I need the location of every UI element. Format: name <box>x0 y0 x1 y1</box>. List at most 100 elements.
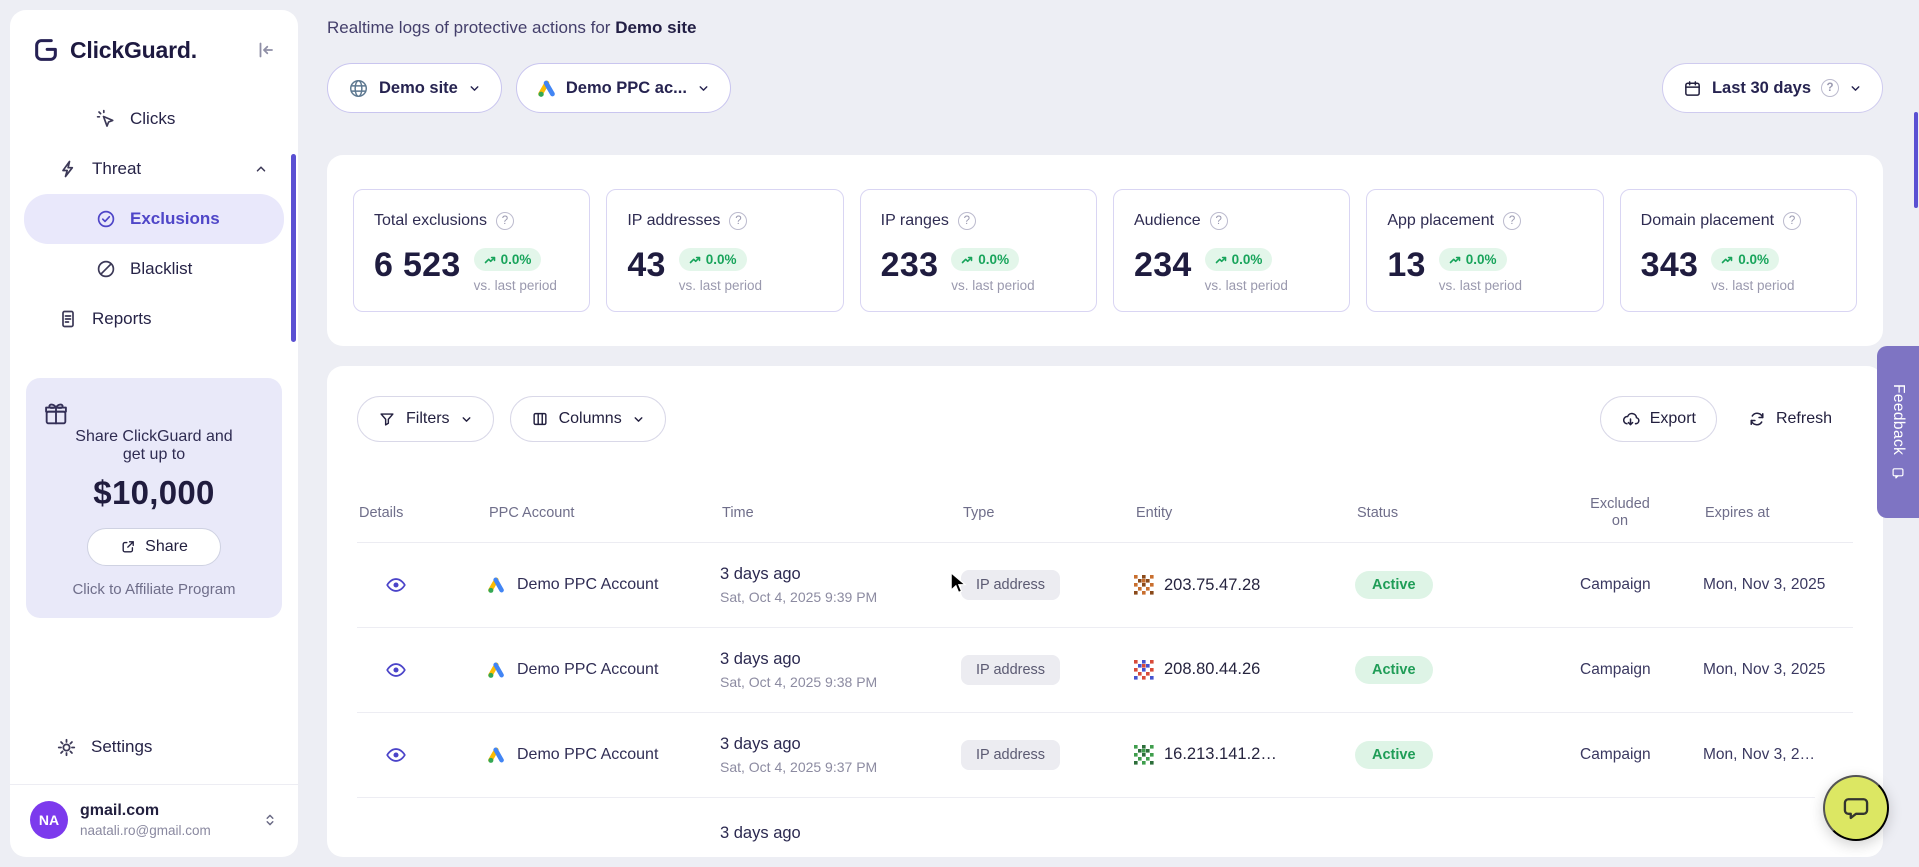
google-ads-icon <box>537 79 556 98</box>
stat-delta-value: 0.0% <box>978 252 1009 267</box>
sidebar-item-label: Exclusions <box>130 209 220 229</box>
status-badge: Active <box>1355 741 1433 769</box>
logo-row: ClickGuard. <box>10 36 298 64</box>
affiliate-promo-card: Share ClickGuard and get up to $10,000 S… <box>26 378 282 618</box>
selector-row: Demo site Demo PPC ac... Last 30 days <box>327 63 1883 113</box>
stat-delta-caption: vs. last period <box>679 278 762 293</box>
view-details-eye-icon[interactable] <box>385 659 487 681</box>
stat-label: Total exclusions <box>374 212 487 230</box>
help-icon[interactable] <box>1783 212 1801 230</box>
column-header-entity: Entity <box>1134 505 1355 521</box>
expires-at-value: Mon, Nov 3, 2… <box>1703 746 1853 764</box>
sidebar-item-settings[interactable]: Settings <box>10 722 298 772</box>
google-ads-icon <box>487 746 505 764</box>
account-name: gmail.com <box>80 802 211 820</box>
share-button[interactable]: Share <box>87 528 221 566</box>
time-absolute: Sat, Oct 4, 2025 9:39 PM <box>720 589 961 605</box>
entity-value: 16.213.141.2… <box>1164 745 1277 764</box>
select-chevrons-icon <box>262 812 278 828</box>
promo-amount: $10,000 <box>42 474 266 512</box>
stat-delta-caption: vs. last period <box>1439 278 1522 293</box>
help-icon[interactable] <box>1503 212 1521 230</box>
sidebar-collapse-icon[interactable] <box>256 40 276 60</box>
feedback-tab[interactable]: Feedback <box>1877 346 1919 518</box>
sidebar-item-clicks[interactable]: Clicks <box>10 94 298 144</box>
stat-tile: IP ranges 233 0.0% vs. last period <box>860 189 1097 312</box>
export-button[interactable]: Export <box>1600 396 1717 442</box>
clickguard-logo-icon <box>32 36 60 64</box>
blacklist-icon <box>96 259 116 279</box>
stat-delta-caption: vs. last period <box>474 278 557 293</box>
entity-identicon <box>1134 575 1154 595</box>
stat-delta-caption: vs. last period <box>1711 278 1794 293</box>
sidebar-item-reports[interactable]: Reports <box>10 294 298 344</box>
help-icon[interactable] <box>1821 79 1839 97</box>
stat-value: 234 <box>1134 248 1192 282</box>
page-scrollbar-thumb[interactable] <box>1914 112 1918 208</box>
refresh-button[interactable]: Refresh <box>1727 396 1853 442</box>
column-header-expires-at: Expires at <box>1703 505 1853 521</box>
columns-button[interactable]: Columns <box>510 396 666 442</box>
excluded-on-value: Campaign <box>1580 746 1703 764</box>
help-icon[interactable] <box>729 212 747 230</box>
affiliate-program-link[interactable]: Click to Affiliate Program <box>42 581 266 598</box>
account-switcher[interactable]: NA gmail.com naatali.ro@gmail.com <box>10 784 298 841</box>
external-link-icon <box>120 539 136 555</box>
stat-value: 343 <box>1641 248 1699 282</box>
globe-icon <box>348 78 369 99</box>
sidebar-item-blacklist[interactable]: Blacklist <box>10 244 298 294</box>
sidebar-item-threat[interactable]: Threat <box>10 144 298 194</box>
ppc-account-selector[interactable]: Demo PPC ac... <box>516 63 731 113</box>
trend-up-icon <box>1449 254 1461 266</box>
ppc-account-name: Demo PPC Account <box>517 746 658 764</box>
sidebar-scrollbar-thumb[interactable] <box>291 154 296 342</box>
sidebar-item-exclusions[interactable]: Exclusions <box>24 194 284 244</box>
help-icon[interactable] <box>958 212 976 230</box>
type-badge: IP address <box>961 570 1060 600</box>
date-range-value: Last 30 days <box>1712 79 1811 98</box>
help-icon[interactable] <box>1210 212 1228 230</box>
stat-label: Audience <box>1134 212 1201 230</box>
gear-icon <box>56 737 77 758</box>
stat-delta-badge: 0.0% <box>474 248 542 271</box>
column-header-type: Type <box>961 505 1134 521</box>
column-header-excluded-on: Excluded on <box>1580 496 1658 529</box>
site-selector[interactable]: Demo site <box>327 63 502 113</box>
ppc-selector-value: Demo PPC ac... <box>566 79 687 98</box>
date-range-selector[interactable]: Last 30 days <box>1662 63 1883 113</box>
time-relative: 3 days ago <box>720 650 961 669</box>
page-subtitle: Realtime logs of protective actions for … <box>327 18 1883 38</box>
time-absolute: Sat, Oct 4, 2025 9:37 PM <box>720 759 961 775</box>
view-details-eye-icon[interactable] <box>385 574 487 596</box>
excluded-on-value: Campaign <box>1580 661 1703 679</box>
stat-delta-badge: 0.0% <box>1439 248 1507 271</box>
help-icon[interactable] <box>496 212 514 230</box>
entity-value: 208.80.44.26 <box>1164 660 1260 679</box>
account-email: naatali.ro@gmail.com <box>80 823 211 838</box>
entity-identicon <box>1134 745 1154 765</box>
refresh-icon <box>1748 410 1766 428</box>
stat-delta-badge: 0.0% <box>679 248 747 271</box>
sidebar-nav: Clicks Threat Exclusions <box>10 94 298 344</box>
stat-delta-value: 0.0% <box>706 252 737 267</box>
share-button-label: Share <box>145 538 188 556</box>
filters-button-label: Filters <box>406 410 450 428</box>
chat-launcher-button[interactable] <box>1823 775 1889 841</box>
table-row: Demo PPC Account 3 days ago Sat, Oct 4, … <box>357 628 1853 713</box>
chevron-up-icon <box>254 162 268 176</box>
threat-icon <box>58 159 78 179</box>
trend-up-icon <box>1721 254 1733 266</box>
entity-identicon <box>1134 660 1154 680</box>
stat-value: 13 <box>1387 248 1425 282</box>
sidebar-item-label: Reports <box>92 309 152 329</box>
stat-delta-badge: 0.0% <box>1205 248 1273 271</box>
export-button-label: Export <box>1650 410 1696 428</box>
view-details-eye-icon[interactable] <box>385 744 487 766</box>
ppc-account-name: Demo PPC Account <box>517 661 658 679</box>
filters-button[interactable]: Filters <box>357 396 494 442</box>
stat-label: App placement <box>1387 212 1494 230</box>
table-toolbar: Filters Columns Export Refresh <box>357 396 1853 442</box>
stat-delta-badge: 0.0% <box>1711 248 1779 271</box>
sidebar-item-label: Blacklist <box>130 259 192 279</box>
stat-label: IP addresses <box>627 212 720 230</box>
